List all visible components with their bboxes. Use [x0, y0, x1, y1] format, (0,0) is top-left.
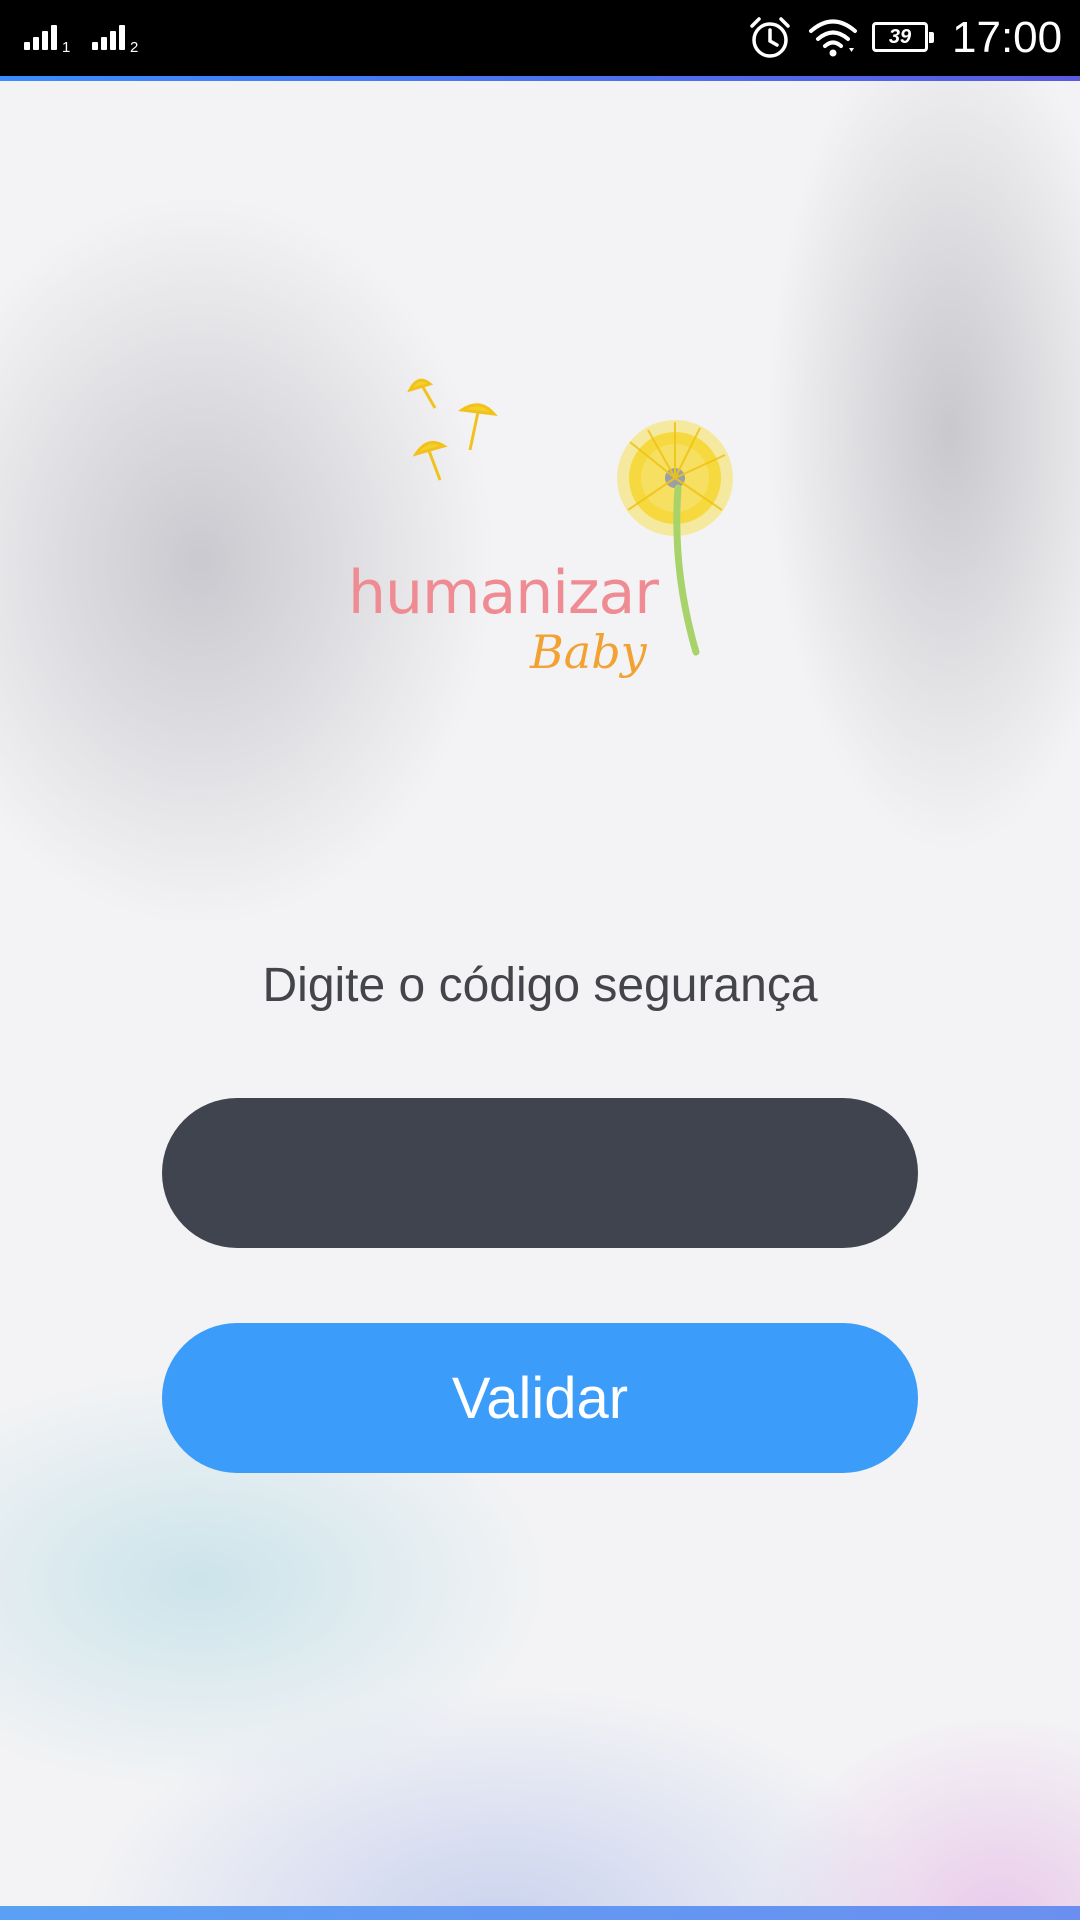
bottom-accent-line [0, 1906, 1080, 1920]
status-bar: 1 2 39 17:00 [0, 0, 1080, 76]
battery-icon: 39 [872, 22, 934, 52]
security-code-input[interactable] [162, 1098, 918, 1248]
security-code-prompt: Digite o código segurança [262, 959, 818, 1012]
app-logo: humanizar Baby [330, 370, 750, 700]
validate-button[interactable]: Validar [162, 1323, 918, 1473]
signal-icon: 1 [24, 20, 84, 56]
battery-level: 39 [888, 26, 912, 48]
wifi-icon [809, 19, 857, 57]
alarm-icon [750, 17, 790, 58]
status-time: 17:00 [952, 13, 1063, 62]
logo-brand-main: humanizar [348, 558, 659, 628]
sim2-label: 2 [130, 39, 139, 56]
logo-brand-sub: Baby [530, 625, 647, 679]
signal-icon: 2 [92, 20, 152, 56]
sim1-label: 1 [62, 39, 71, 56]
